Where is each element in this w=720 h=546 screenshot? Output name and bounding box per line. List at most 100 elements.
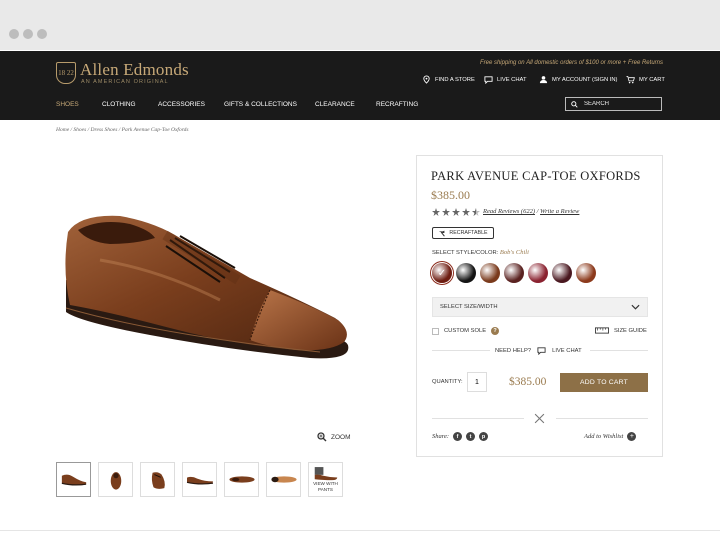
nav-clothing[interactable]: CLOTHING	[102, 101, 136, 108]
main-product-image[interactable]	[60, 200, 360, 385]
write-review-link[interactable]: Write a Review	[540, 208, 579, 215]
shoe-sole-thumbnail	[270, 476, 297, 483]
logo-badge[interactable]: 18 22	[56, 62, 76, 84]
live-chat-label: LIVE CHAT	[497, 76, 527, 83]
breadcrumb-home[interactable]: Home	[56, 127, 69, 133]
nav-accessories[interactable]: ACCESSORIES	[158, 101, 205, 108]
color-swatch[interactable]	[528, 263, 548, 283]
quantity-input[interactable]	[469, 378, 485, 386]
live-chat-link[interactable]: LIVE CHAT	[484, 75, 527, 84]
color-swatch[interactable]	[504, 263, 524, 283]
shoe-angle-thumbnail	[151, 471, 165, 489]
zoom-icon	[317, 432, 327, 442]
nav-gifts-collections[interactable]: GIFTS & COLLECTIONS	[224, 101, 297, 108]
custom-sole-checkbox[interactable]	[432, 327, 439, 335]
check-icon: ✓	[437, 267, 447, 279]
recraftable-badge[interactable]: RECRAFTABLE	[432, 227, 494, 239]
reviews-separator: /	[536, 208, 539, 215]
need-help-row: NEED HELP? LIVE CHAT	[495, 346, 582, 355]
twitter-icon[interactable]: t	[466, 432, 476, 441]
rating-stars[interactable]	[432, 208, 482, 216]
logo-tagline: AN AMERICAN ORIGINAL	[81, 79, 169, 85]
color-swatch[interactable]	[456, 263, 476, 283]
color-swatch[interactable]: ✓	[432, 263, 452, 283]
window-dot-close[interactable]	[9, 29, 19, 39]
breadcrumb-dress-shoes[interactable]: Dress Shoes	[91, 127, 118, 133]
window-dot-minimize[interactable]	[23, 29, 33, 39]
style-color-value: Bob's Chili	[499, 249, 529, 256]
cart-price: $385.00	[509, 376, 547, 388]
search-input[interactable]	[584, 101, 644, 107]
thumbnail-side-view[interactable]	[56, 462, 91, 497]
chat-icon	[484, 76, 493, 84]
nav-recrafting[interactable]: RECRAFTING	[376, 101, 418, 108]
pinterest-icon[interactable]: p	[479, 432, 489, 441]
ruler-icon	[595, 327, 609, 334]
breadcrumb-shoes[interactable]: Shoes	[73, 127, 86, 133]
zoom-label: ZOOM	[331, 433, 351, 441]
thumbnail-front-view[interactable]	[98, 462, 133, 497]
facebook-icon[interactable]: f	[453, 432, 463, 441]
share-label: Share:	[432, 433, 450, 440]
color-swatch[interactable]	[576, 263, 596, 283]
thumbnail-top-view[interactable]	[224, 462, 259, 497]
style-color-heading: SELECT STYLE/COLOR:	[432, 250, 499, 256]
find-store-link[interactable]: FIND A STORE	[422, 75, 475, 84]
need-help-label: NEED HELP?	[495, 347, 532, 354]
thumbnail-sole-view[interactable]	[266, 462, 301, 497]
shoe-side-thumbnail	[61, 474, 86, 486]
user-icon	[539, 76, 548, 84]
logo-name[interactable]: Allen Edmonds	[80, 60, 189, 80]
recraftable-label: RECRAFTABLE	[449, 230, 488, 236]
color-swatch[interactable]	[552, 263, 572, 283]
cart-icon	[626, 75, 635, 84]
thumbnail-strip: VIEW WITH PANTS	[56, 462, 343, 497]
plus-icon: +	[627, 432, 637, 441]
color-swatches: ✓	[432, 263, 596, 283]
reviews-links: Read Reviews (622) / Write a Review	[483, 208, 579, 215]
my-account-link[interactable]: MY ACCOUNT (Sign in)	[539, 75, 618, 84]
add-to-cart-button[interactable]: ADD TO CART	[560, 373, 648, 392]
view-with-pants-label: VIEW WITH PANTS	[313, 481, 338, 492]
style-color-label: SELECT STYLE/COLOR: Bob's Chili	[432, 249, 529, 256]
read-reviews-link[interactable]: Read Reviews (622)	[483, 208, 535, 215]
chevron-down-icon	[631, 304, 640, 310]
breadcrumb: Home / Shoes / Dress Shoes / Park Avenue…	[56, 127, 189, 133]
thumbnail-view-with-pants[interactable]: VIEW WITH PANTS	[308, 462, 343, 497]
shoe-outer-thumbnail	[186, 476, 213, 485]
pants-thumbnail	[314, 467, 337, 481]
thumbnail-outer-view[interactable]	[182, 462, 217, 497]
custom-sole-option[interactable]: CUSTOM SOLE ?	[432, 327, 500, 335]
shoe-front-thumbnail	[110, 471, 121, 490]
quantity-box[interactable]	[467, 372, 487, 392]
search-box[interactable]	[565, 97, 662, 111]
help-icon[interactable]: ?	[491, 327, 500, 335]
footer-divider	[0, 530, 720, 531]
wishlist-label: Add to Wishlist	[584, 433, 624, 440]
shoe-top-thumbnail	[228, 476, 255, 483]
page-frame: 18 22 Allen Edmonds AN AMERICAN ORIGINAL…	[0, 0, 720, 546]
my-account-label: MY ACCOUNT (Sign in)	[552, 76, 618, 83]
chat-icon[interactable]	[537, 346, 546, 355]
size-guide-link[interactable]: SIZE GUIDE	[594, 327, 647, 334]
color-swatch[interactable]	[480, 263, 500, 283]
my-cart-link[interactable]: MY CART	[626, 75, 665, 84]
quantity-label: QUANTITY:	[432, 379, 463, 385]
star-rating-icon	[432, 208, 480, 216]
add-to-wishlist-link[interactable]: Add to Wishlist +	[584, 432, 637, 441]
custom-sole-label: CUSTOM SOLE	[444, 328, 487, 334]
nav-shoes[interactable]: SHOES	[56, 101, 79, 108]
nav-clearance[interactable]: CLEARANCE	[315, 101, 355, 108]
find-store-label: FIND A STORE	[435, 76, 475, 83]
size-width-select[interactable]: SELECT SIZE/WIDTH	[432, 297, 648, 317]
product-price: $385.00	[431, 188, 470, 202]
breadcrumb-current: Park Avenue Cap-Toe Oxfords	[121, 127, 189, 133]
size-width-value: SELECT SIZE/WIDTH	[440, 304, 498, 310]
thumbnail-angle-view[interactable]	[140, 462, 175, 497]
search-icon[interactable]	[571, 100, 578, 108]
help-live-chat-link[interactable]: LIVE CHAT	[552, 348, 582, 354]
window-dot-maximize[interactable]	[37, 29, 47, 39]
size-guide-label: SIZE GUIDE	[614, 327, 647, 334]
promo-banner[interactable]: Free shipping on All domestic orders of …	[480, 60, 663, 66]
zoom-button[interactable]: ZOOM	[317, 432, 351, 442]
